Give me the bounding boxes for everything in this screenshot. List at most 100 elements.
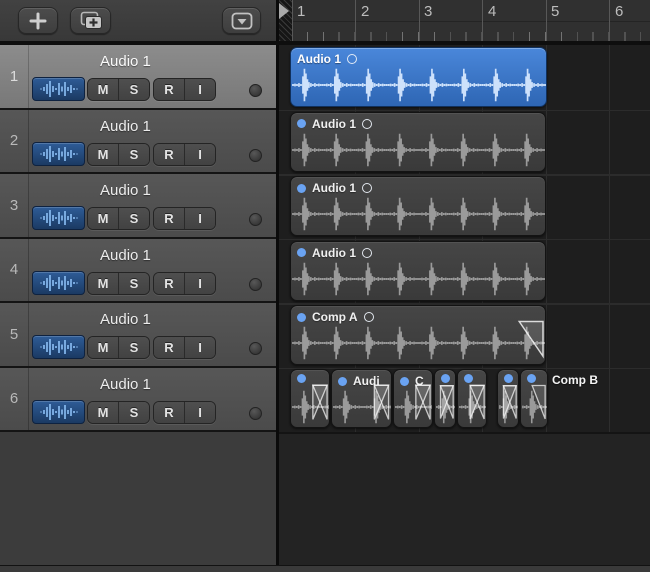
audio-region-track5-comp-a[interactable]: Comp A [290, 305, 546, 365]
audio-track-icon[interactable] [32, 335, 85, 359]
comp-clip-6[interactable] [497, 369, 519, 428]
record-enable-button[interactable]: R [154, 402, 184, 423]
track-header-1[interactable]: 1 Audio 1 M S R I [0, 45, 276, 110]
take-circle-icon[interactable] [362, 248, 372, 258]
track-name[interactable]: Audio 1 [100, 247, 151, 264]
crossfade-icon[interactable] [498, 370, 518, 427]
record-enable-button[interactable]: R [154, 79, 184, 100]
take-circle-icon[interactable] [362, 183, 372, 193]
audio-track-icon[interactable] [32, 271, 85, 295]
track-name[interactable]: Audio 1 [100, 311, 151, 328]
add-track-button[interactable] [18, 7, 58, 34]
input-monitor-button[interactable]: I [184, 144, 215, 165]
take-dot-icon[interactable] [297, 248, 306, 257]
input-monitor-button[interactable]: I [184, 273, 215, 294]
input-monitor-button[interactable]: I [184, 79, 215, 100]
solo-button[interactable]: S [118, 208, 149, 229]
crossfade-icon[interactable] [435, 370, 455, 427]
empty-lane-area[interactable] [279, 432, 650, 572]
solo-button[interactable]: S [118, 402, 149, 423]
track-activity-indicator [249, 278, 262, 291]
solo-button[interactable]: S [118, 144, 149, 165]
input-monitor-button[interactable]: I [184, 402, 215, 423]
duplicate-track-button[interactable] [70, 7, 111, 34]
track-activity-indicator [249, 149, 262, 162]
crossfade-icon[interactable] [291, 370, 329, 427]
track-header-5[interactable]: 5 Audio 1 M S R I [0, 303, 276, 368]
solo-button[interactable]: S [118, 79, 149, 100]
track-name[interactable]: Audio 1 [100, 376, 151, 393]
mute-button[interactable]: M [88, 144, 118, 165]
audio-region-track2[interactable]: Audio 1 [290, 112, 546, 172]
track-number: 1 [0, 45, 29, 108]
lane-divider [279, 110, 650, 112]
track-activity-indicator [249, 407, 262, 420]
track-header-3[interactable]: 3 Audio 1 M S R I [0, 174, 276, 239]
take-dot-icon[interactable] [297, 184, 306, 193]
audio-region-track4[interactable]: Audio 1 [290, 241, 546, 301]
record-enable-button[interactable]: R [154, 144, 184, 165]
comp-clip-7[interactable] [520, 369, 548, 428]
track-name[interactable]: Audio 1 [100, 182, 151, 199]
bar-number: 4 [488, 3, 496, 20]
mute-button[interactable]: M [88, 273, 118, 294]
audio-track-icon[interactable] [32, 400, 85, 424]
audio-region-track1[interactable]: Audio 1 [290, 47, 547, 107]
barline-3 [419, 0, 420, 41]
crossfade-icon[interactable] [332, 370, 391, 427]
track-number: 6 [0, 368, 29, 431]
track-toolbar [0, 0, 276, 41]
comp-clip-2[interactable]: Audi [331, 369, 392, 428]
track-header-4[interactable]: 4 Audio 1 M S R I [0, 239, 276, 304]
comp-clip-3[interactable]: C [393, 369, 433, 428]
bar-number: 5 [551, 3, 559, 20]
barline-6 [609, 0, 610, 41]
fade-out-handle[interactable] [521, 370, 547, 427]
barline-2 [355, 0, 356, 41]
take-circle-icon[interactable] [362, 119, 372, 129]
track-activity-indicator [249, 213, 262, 226]
ruler-beat-ticks [292, 32, 650, 41]
track-name[interactable]: Audio 1 [100, 118, 151, 135]
track-number: 3 [0, 174, 29, 237]
mute-button[interactable]: M [88, 402, 118, 423]
playhead-marker[interactable] [279, 3, 289, 19]
comp-clip-5[interactable] [457, 369, 487, 428]
crossfade-icon[interactable] [394, 370, 432, 427]
audio-track-icon[interactable] [32, 142, 85, 166]
audio-region-track3[interactable]: Audio 1 [290, 176, 546, 236]
record-enable-button[interactable]: R [154, 208, 184, 229]
input-monitor-button[interactable]: I [184, 337, 215, 358]
track-header-options-button[interactable] [222, 7, 261, 34]
bar-number: 2 [361, 3, 369, 20]
record-enable-button[interactable]: R [154, 337, 184, 358]
track-number: 4 [0, 239, 29, 302]
audio-track-icon[interactable] [32, 77, 85, 101]
waveform [292, 193, 546, 235]
comp-clip-1[interactable] [290, 369, 330, 428]
fade-out-handle[interactable] [291, 306, 545, 364]
track-number: 2 [0, 110, 29, 173]
take-dot-icon[interactable] [297, 119, 306, 128]
barline-4 [482, 0, 483, 41]
mute-button[interactable]: M [88, 79, 118, 100]
solo-button[interactable]: S [118, 273, 149, 294]
take-circle-icon[interactable] [347, 54, 357, 64]
lane-divider [279, 239, 650, 241]
track-header-2[interactable]: 2 Audio 1 M S R I [0, 110, 276, 175]
box-down-arrow-icon [230, 11, 254, 31]
track-name[interactable]: Audio 1 [100, 53, 151, 70]
track-activity-indicator [249, 84, 262, 97]
track-header-6[interactable]: 6 Audio 1 M S R I [0, 368, 276, 433]
audio-track-icon[interactable] [32, 206, 85, 230]
record-enable-button[interactable]: R [154, 273, 184, 294]
ruler-split-line [279, 21, 650, 22]
mute-button[interactable]: M [88, 208, 118, 229]
waveform [292, 258, 546, 300]
mute-button[interactable]: M [88, 337, 118, 358]
comp-clip-4[interactable] [434, 369, 456, 428]
solo-button[interactable]: S [118, 337, 149, 358]
crossfade-icon[interactable] [458, 370, 486, 427]
bar-number: 3 [424, 3, 432, 20]
input-monitor-button[interactable]: I [184, 208, 215, 229]
